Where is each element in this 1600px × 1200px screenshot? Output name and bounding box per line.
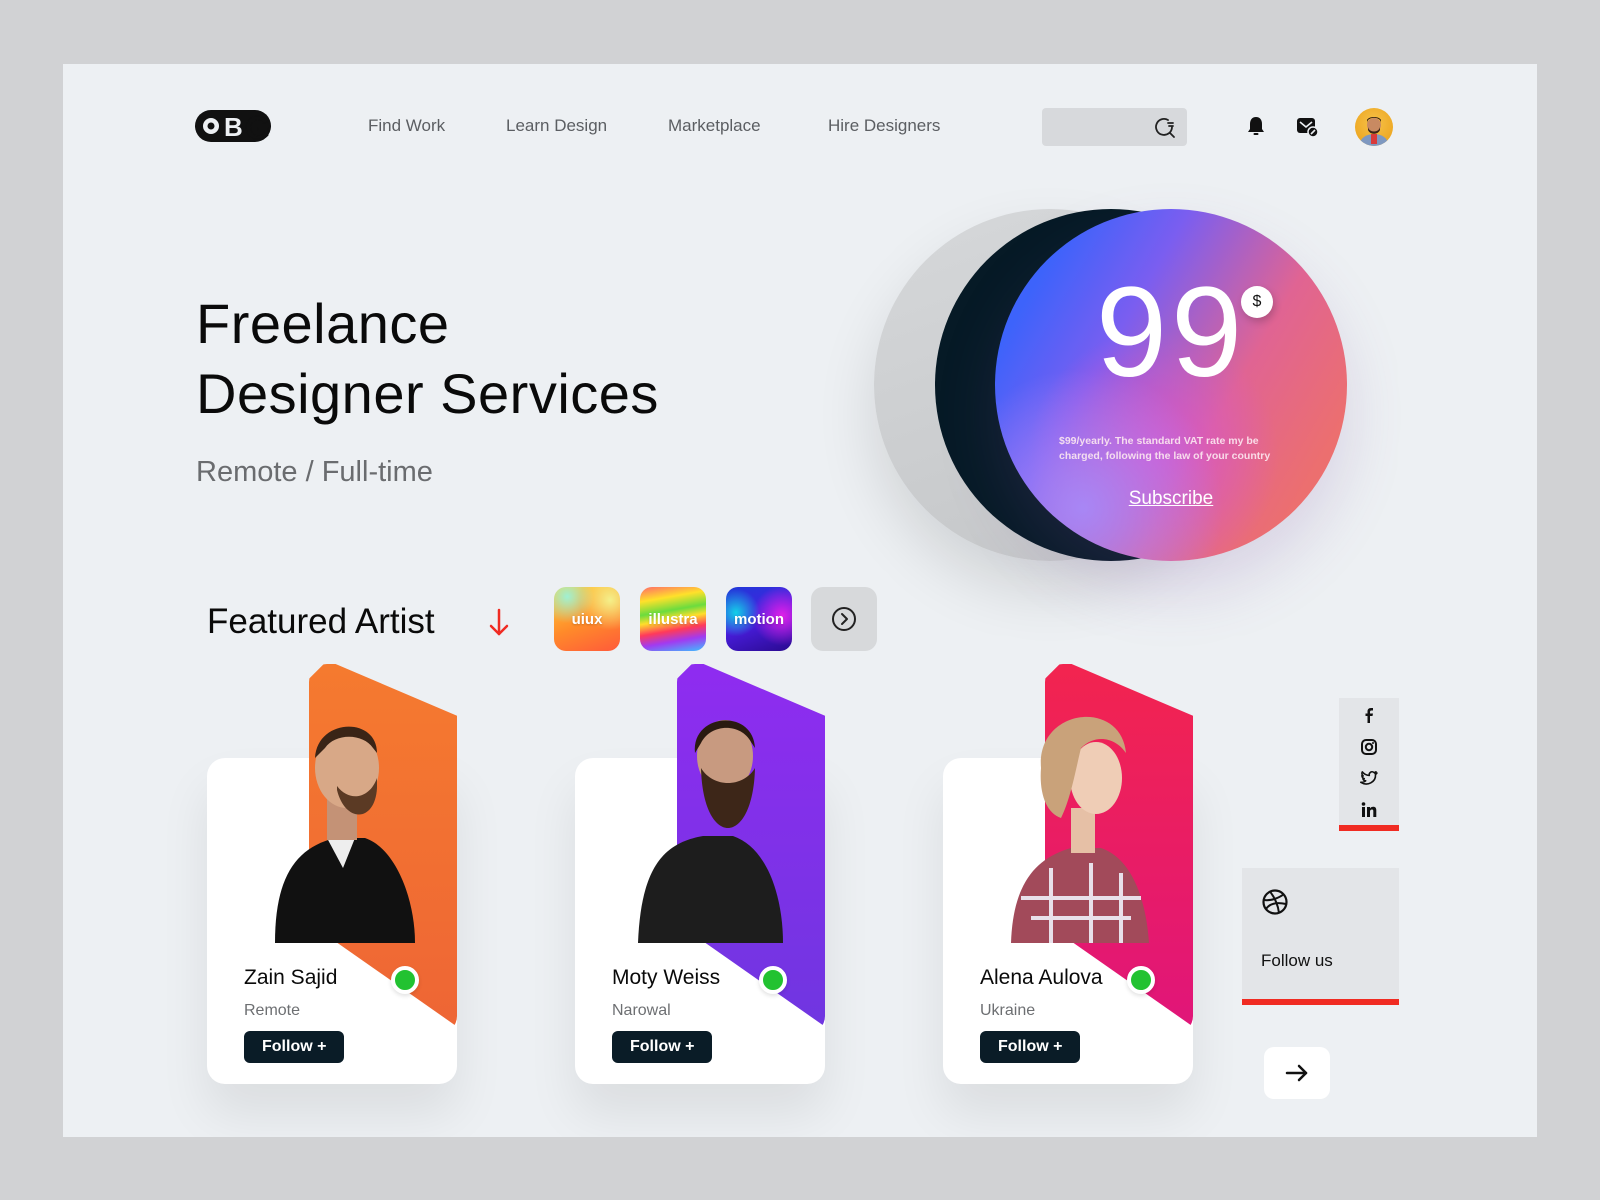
follow-us-label: Follow us <box>1261 951 1333 970</box>
artist-location: Narowal <box>612 1002 671 1019</box>
arrow-down-icon <box>489 608 509 636</box>
category-motion[interactable]: motion <box>726 587 792 651</box>
follow-button[interactable]: Follow + <box>244 1031 345 1063</box>
obg-logo[interactable]: B G <box>195 108 273 144</box>
online-status-dot <box>1127 966 1155 994</box>
price-note: $99/yearly. The standard VAT rate my be … <box>1059 435 1271 462</box>
page-frame: B G Find Work Learn Design Marketplace H… <box>63 64 1537 1137</box>
artist-photo <box>1011 716 1149 943</box>
hero-title: Freelance Designer Services <box>196 289 659 429</box>
category-label: motion <box>734 610 784 628</box>
svg-text:B: B <box>224 112 243 142</box>
nav-find-work[interactable]: Find Work <box>368 116 445 136</box>
avatar-image <box>1360 117 1388 146</box>
accent-underline <box>1339 825 1399 831</box>
search-input[interactable] <box>1042 108 1187 146</box>
nav-marketplace[interactable]: Marketplace <box>668 116 761 136</box>
artist-card: Moty Weiss Narowal Follow + <box>575 664 827 1088</box>
follow-button[interactable]: Follow + <box>612 1031 713 1063</box>
dribbble-icon <box>1262 889 1288 915</box>
artist-name: Alena Aulova <box>980 966 1103 989</box>
social-links <box>1339 698 1399 831</box>
svg-text:G: G <box>245 110 270 144</box>
accent-underline <box>1242 999 1399 1005</box>
artist-name: Moty Weiss <box>612 966 721 989</box>
search-icon[interactable] <box>1153 116 1177 140</box>
online-status-dot <box>759 966 787 994</box>
price-value: 99 <box>1095 261 1247 404</box>
hero-subtitle: Remote / Full-time <box>196 456 433 488</box>
featured-title: Featured Artist <box>207 602 435 641</box>
bell-icon[interactable] <box>1245 115 1267 137</box>
categories-next-button[interactable] <box>811 587 877 651</box>
follow-button[interactable]: Follow + <box>980 1031 1081 1063</box>
chevron-right-circle-icon <box>832 607 856 631</box>
instagram-icon[interactable] <box>1359 737 1379 757</box>
artist-photo <box>275 726 415 943</box>
follow-us-panel[interactable]: Follow us <box>1242 868 1399 1005</box>
twitter-icon[interactable] <box>1359 768 1379 788</box>
category-label: uiux <box>571 610 603 628</box>
nav-learn-design[interactable]: Learn Design <box>506 116 607 136</box>
linkedin-icon[interactable] <box>1359 800 1379 820</box>
hero-title-line2: Designer Services <box>196 362 659 425</box>
artist-name: Zain Sajid <box>244 966 338 989</box>
artist-location: Ukraine <box>980 1002 1036 1019</box>
category-illustra[interactable]: illustra <box>640 587 706 651</box>
artist-photo <box>638 720 783 943</box>
facebook-icon[interactable] <box>1359 705 1379 725</box>
online-status-dot <box>391 966 419 994</box>
hero-title-line1: Freelance <box>196 292 450 355</box>
user-avatar[interactable] <box>1355 108 1393 146</box>
artist-card: Alena Aulova Ukraine Follow + <box>943 664 1195 1088</box>
subscribe-link[interactable]: Subscribe <box>995 488 1347 510</box>
artist-location: Remote <box>244 1002 301 1019</box>
next-arrow-button[interactable] <box>1264 1047 1330 1099</box>
category-uiux[interactable]: uiux <box>554 587 620 651</box>
nav-hire-designers[interactable]: Hire Designers <box>828 116 940 136</box>
arrow-right-icon <box>1285 1064 1308 1082</box>
currency-badge: $ <box>1241 286 1273 318</box>
mail-icon[interactable] <box>1296 115 1318 137</box>
category-label: illustra <box>648 610 698 628</box>
artist-card: Zain Sajid Remote Follow + <box>207 664 459 1088</box>
